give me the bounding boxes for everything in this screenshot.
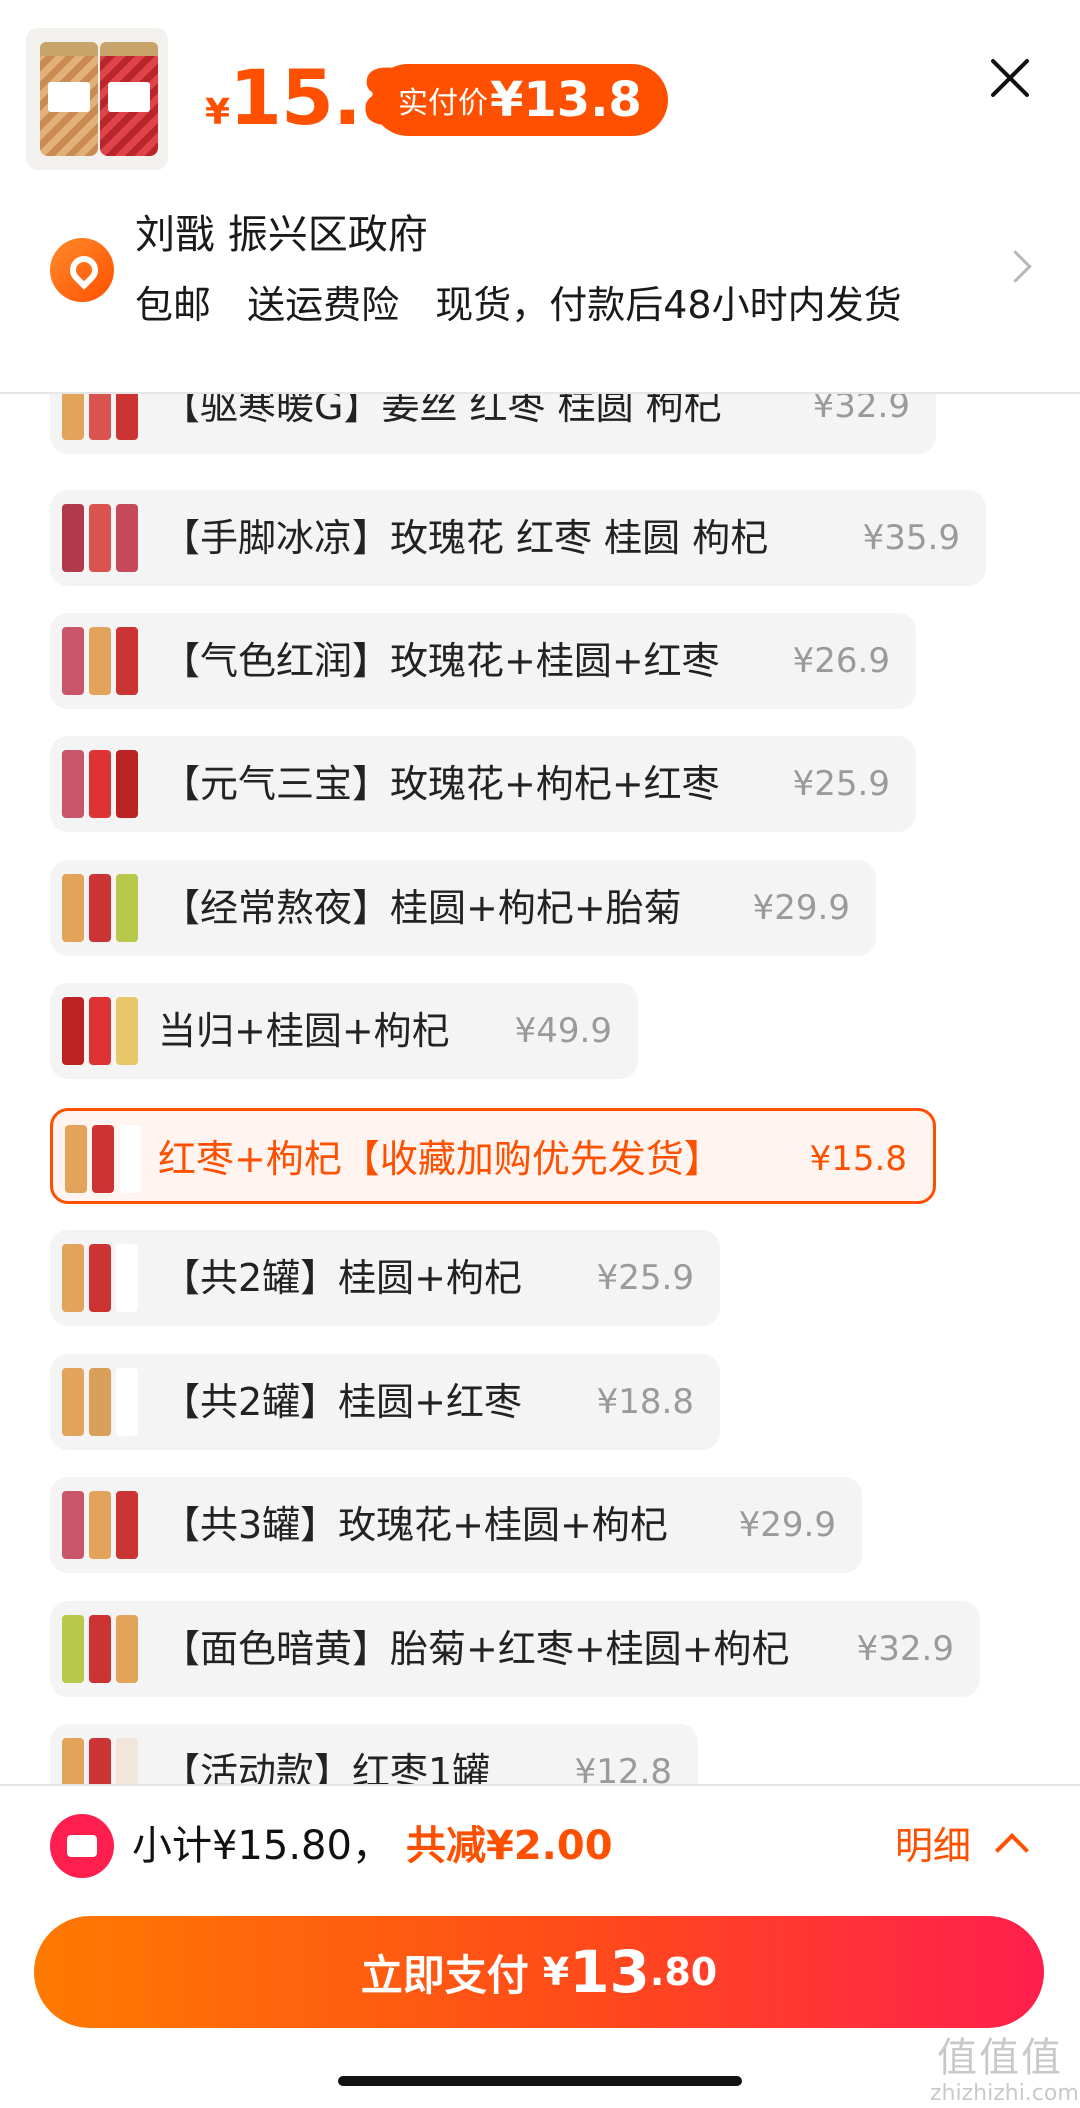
currency-symbol: ¥ (205, 92, 230, 133)
paid-price-label: 实付价 (398, 86, 488, 121)
sku-price: ¥49.9 (514, 1011, 612, 1051)
pay-now-button[interactable]: 立即支付 ¥13.80 (34, 1916, 1044, 2028)
tag-in-stock: 现货，付款后48小时内发货 (435, 283, 902, 327)
sku-option[interactable]: 【共2罐】桂圆+枸杞 ¥25.9 (50, 1230, 720, 1326)
sku-option[interactable]: 【经常熬夜】桂圆+枸杞+胎菊 ¥29.9 (50, 860, 876, 956)
sku-price: ¥25.9 (792, 764, 890, 804)
sku-price: ¥26.9 (792, 641, 890, 681)
sku-price: ¥29.9 (752, 888, 850, 928)
pay-amount-decimal: .80 (649, 1950, 718, 1994)
watermark: 值值值 zhizhizhi.com (930, 2035, 1079, 2108)
sku-price: ¥35.9 (862, 518, 960, 558)
sku-option[interactable]: 【元气三宝】玫瑰花+枸杞+红枣 ¥25.9 (50, 736, 916, 832)
pay-currency: ¥ (542, 1950, 570, 1994)
sku-option[interactable]: 【面色暗黄】胎菊+红枣+桂圆+枸杞 ¥32.9 (50, 1601, 980, 1697)
sku-thumbnail (62, 1244, 138, 1312)
sku-thumbnail (62, 1738, 138, 1784)
sku-price: ¥29.9 (738, 1505, 836, 1545)
jar-image (100, 42, 158, 156)
sku-option[interactable]: 【共2罐】桂圆+红枣 ¥18.8 (50, 1354, 720, 1450)
location-pin-icon (50, 238, 114, 302)
sku-thumbnail (62, 1491, 138, 1559)
chevron-up-icon[interactable] (995, 1833, 1029, 1867)
sku-option[interactable]: 【手脚冰凉】玫瑰花 红枣 桂圆 枸杞 ¥35.9 (50, 490, 986, 586)
sku-option-list[interactable]: 【驱寒暖G】姜丝 红枣 桂圆 枸杞 ¥32.9 【手脚冰凉】玫瑰花 红枣 桂圆 … (0, 394, 1080, 1784)
sku-name: 【共3罐】玫瑰花+桂圆+枸杞 (162, 1503, 668, 1547)
sku-option-selected[interactable]: 红枣+枸杞【收藏加购优先发货】 ¥15.8 (50, 1108, 936, 1204)
sku-option[interactable]: 当归+桂圆+枸杞 ¥49.9 (50, 983, 638, 1079)
close-icon[interactable] (982, 50, 1038, 106)
sku-thumbnail (65, 1125, 141, 1193)
watermark-url: zhizhizhi.com (930, 2081, 1079, 2106)
sku-name: 当归+桂圆+枸杞 (158, 1009, 450, 1053)
sku-name: 红枣+枸杞【收藏加购优先发货】 (158, 1137, 722, 1181)
sku-name: 【气色红润】玫瑰花+桂圆+红枣 (162, 639, 720, 683)
pay-amount-integer: 13 (569, 1938, 650, 2006)
coupon-icon (50, 1814, 114, 1878)
sku-price: ¥32.9 (812, 394, 910, 426)
product-thumbnail (26, 28, 168, 170)
sku-price: ¥32.9 (856, 1629, 954, 1669)
sku-thumbnail (62, 750, 138, 818)
sku-thumbnail (62, 394, 138, 440)
home-indicator (338, 2076, 742, 2086)
sku-thumbnail (62, 997, 138, 1065)
sku-thumbnail (62, 504, 138, 572)
sku-option[interactable]: 【活动款】红枣1罐 ¥12.8 (50, 1724, 698, 1784)
tag-free-shipping: 包邮 (135, 283, 212, 327)
sku-thumbnail (62, 1615, 138, 1683)
sku-thumbnail (62, 1368, 138, 1436)
sku-price: ¥15.8 (809, 1139, 907, 1179)
delivery-tags: 包邮 送运费险 现货，付款后48小时内发货 (135, 280, 926, 330)
paid-price-badge: 实付价 ¥13.8 (372, 64, 668, 136)
subtotal-text: 小计¥15.80， (132, 1823, 392, 1869)
pay-button-label: 立即支付 (360, 1950, 529, 2000)
sku-option[interactable]: 【气色红润】玫瑰花+桂圆+红枣 ¥26.9 (50, 613, 916, 709)
sku-price: ¥18.8 (596, 1382, 694, 1422)
sku-price: ¥12.8 (574, 1752, 672, 1784)
sku-sheet-header: ¥15.8 实付价 ¥13.8 刘戬 振兴区政府 包邮 送运费险 现货，付款后4… (0, 0, 1080, 392)
sku-option[interactable]: 【驱寒暖G】姜丝 红枣 桂圆 枸杞 ¥32.9 (50, 394, 936, 454)
sku-thumbnail (62, 874, 138, 942)
discount-text: 共减¥2.00 (406, 1823, 613, 1869)
sku-name: 【元气三宝】玫瑰花+枸杞+红枣 (162, 762, 720, 806)
sku-option[interactable]: 【共3罐】玫瑰花+桂圆+枸杞 ¥29.9 (50, 1477, 862, 1573)
sku-name: 【驱寒暖G】姜丝 红枣 桂圆 枸杞 (162, 394, 722, 428)
paid-price-value: ¥13.8 (490, 72, 642, 128)
sku-name: 【共2罐】桂圆+枸杞 (162, 1256, 523, 1300)
address-name[interactable]: 刘戬 振兴区政府 (135, 210, 428, 260)
sku-name: 【经常熬夜】桂圆+枸杞+胎菊 (162, 886, 682, 930)
tag-shipping-insurance: 送运费险 (247, 283, 400, 327)
detail-link[interactable]: 明细 (895, 1816, 971, 1876)
jar-image (40, 42, 98, 156)
sku-name: 【手脚冰凉】玫瑰花 红枣 桂圆 枸杞 (162, 516, 769, 560)
sku-thumbnail (62, 627, 138, 695)
sku-price: ¥25.9 (596, 1258, 694, 1298)
watermark-logo-text: 值值值 (937, 2035, 1063, 2081)
sku-name: 【面色暗黄】胎菊+红枣+桂圆+枸杞 (162, 1627, 790, 1671)
checkout-bar: 小计¥15.80， 共减¥2.00 明细 立即支付 ¥13.80 值值值 zhi… (0, 1784, 1080, 2106)
sku-name: 【共2罐】桂圆+红枣 (162, 1380, 523, 1424)
sku-name: 【活动款】红枣1罐 (162, 1750, 491, 1784)
chevron-right-icon[interactable] (999, 250, 1032, 283)
